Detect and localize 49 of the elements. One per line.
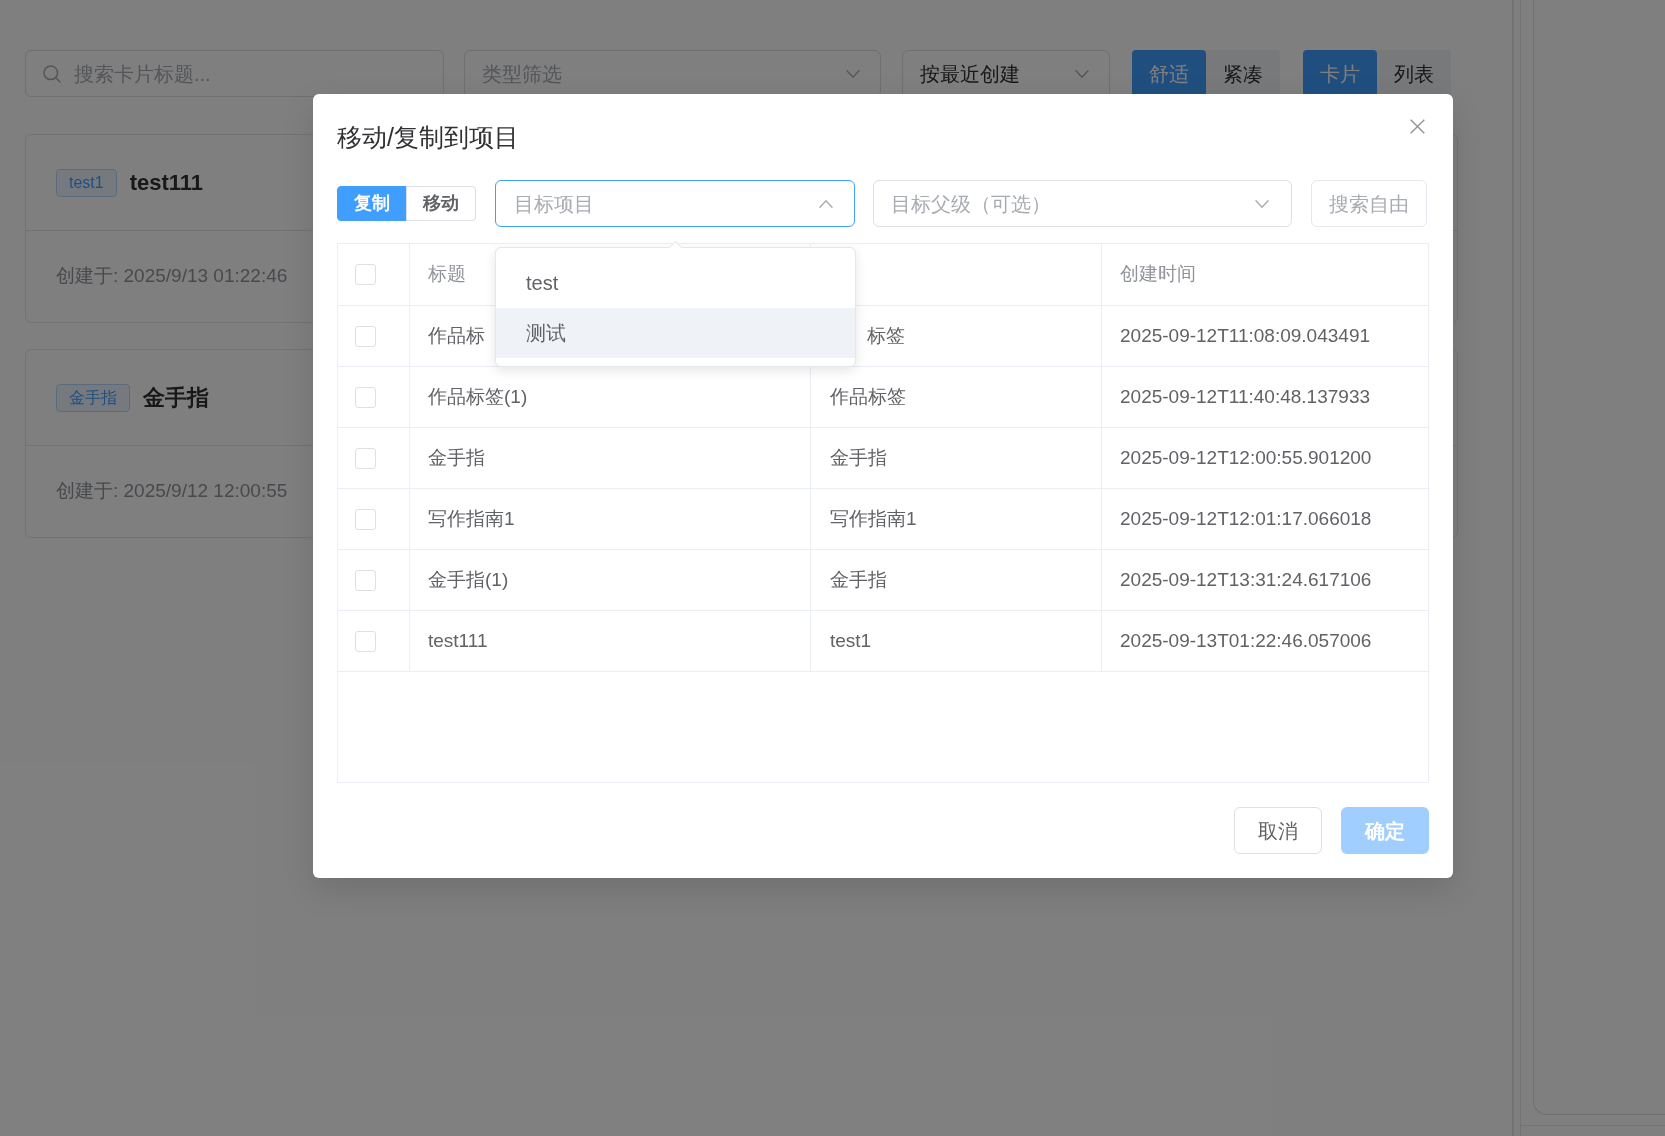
item-title: 作品标 (428, 323, 485, 348)
checkbox[interactable] (355, 447, 376, 469)
card-title: 金手指 (143, 384, 209, 412)
checkbox[interactable] (355, 264, 376, 285)
item-category: 金手指 (830, 567, 887, 592)
card-title: test111 (129, 169, 204, 197)
timestamp: 2025-09-12T11:40:48.137933 (1120, 384, 1371, 409)
item-title: 作品标签(1) (428, 384, 528, 409)
chevron-down-icon (1255, 199, 1269, 208)
timestamp: 2025-09-12T12:00:55.901200 (1120, 445, 1372, 470)
mode-tab[interactable]: 移动 (406, 186, 476, 221)
item-category: 标签 (867, 323, 905, 348)
checkbox[interactable] (355, 386, 376, 408)
dropdown-option[interactable]: test (496, 258, 855, 308)
item-title: 写作指南1 (428, 506, 515, 531)
item-title: 金手指(1) (428, 567, 509, 592)
item-title: test111 (428, 628, 488, 653)
timestamp: 2025-09-12T13:31:24.617106 (1120, 567, 1372, 592)
dropdown-option[interactable]: 测试 (496, 308, 855, 358)
parent-select[interactable]: 目标父级（可选） (873, 180, 1292, 227)
item-category: 作品标签 (830, 384, 906, 409)
timestamp: 2025-09-12T11:08:09.043491 (1120, 323, 1371, 348)
checkbox[interactable] (355, 325, 376, 347)
checkbox[interactable] (355, 569, 376, 591)
timestamp: 2025-09-12T12:01:17.066018 (1120, 506, 1372, 531)
item-category: test1 (830, 628, 872, 653)
timestamp: 2025-09-13T01:22:46.057006 (1120, 628, 1372, 653)
tag: 金手指 (56, 383, 130, 412)
column-header: 标题 (428, 262, 466, 287)
target-project-select[interactable]: 目标项目 (495, 180, 855, 227)
checkbox[interactable] (355, 630, 376, 652)
chevron-down-icon (1075, 69, 1089, 78)
item-category: 写作指南1 (830, 506, 917, 531)
toggle-button[interactable]: 舒适 (1132, 50, 1206, 97)
tag: test1 (56, 168, 117, 197)
mode-tab[interactable]: 复制 (337, 186, 407, 221)
toggle-button[interactable]: 卡片 (1303, 50, 1377, 97)
cancel-button[interactable]: 取消 (1234, 807, 1322, 854)
item-category: 金手指 (830, 445, 887, 470)
chevron-up-icon (819, 199, 833, 208)
chevron-down-icon (846, 69, 860, 78)
column-header: 创建时间 (1120, 262, 1196, 287)
toggle-button[interactable]: 紧凑 (1206, 50, 1280, 97)
search-icon (43, 64, 61, 83)
close-icon[interactable] (1410, 119, 1425, 134)
checkbox[interactable] (355, 508, 376, 530)
dialog-title: 移动/复制到项目 (337, 122, 519, 152)
item-title: 金手指 (428, 445, 485, 470)
toggle-button[interactable]: 列表 (1377, 50, 1451, 97)
